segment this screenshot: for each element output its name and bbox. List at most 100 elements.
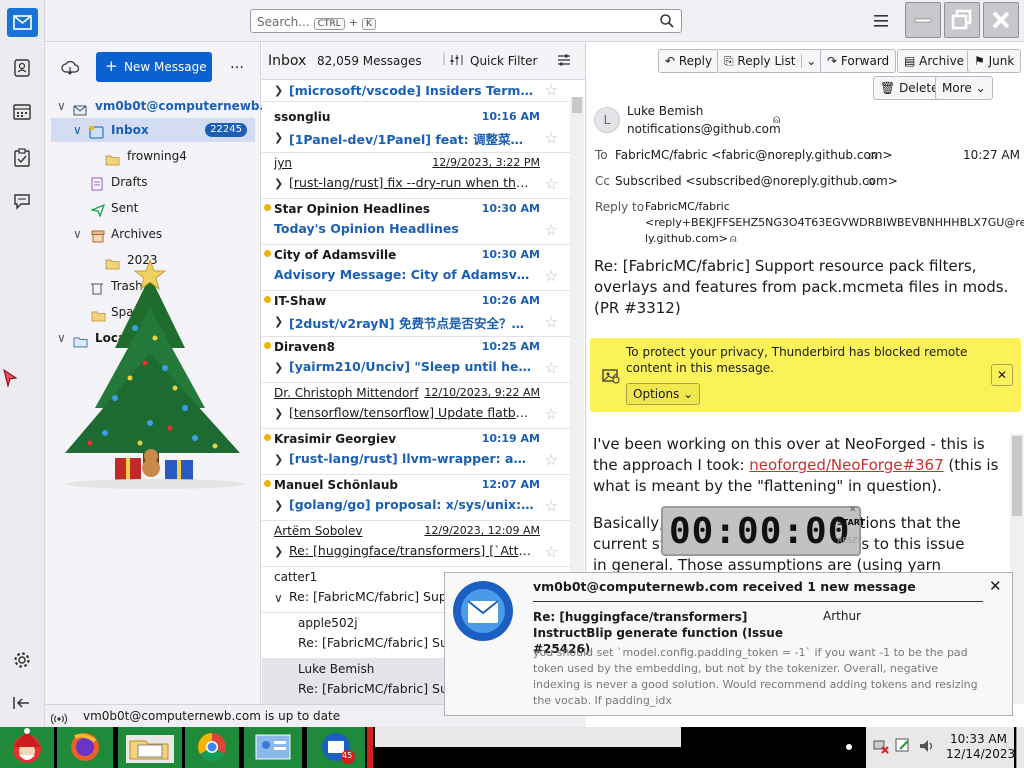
folder-pane-more-button[interactable]: … (230, 56, 244, 72)
star-icon[interactable]: ☆ (545, 543, 558, 561)
thread-row[interactable]: Dr. Christoph Mittendorf 12/10/2023, 9:2… (262, 383, 570, 429)
star-icon[interactable]: ☆ (545, 497, 558, 515)
thread-row[interactable]: IT-Shaw 10:26 AM ❯ [2dust/v2rayN] 免费节点是否… (262, 291, 570, 337)
taskbar-control-panel[interactable] (244, 727, 302, 768)
taskbar-clock[interactable]: 10:33 AM 12/14/2023 (942, 727, 1015, 768)
chat-icon[interactable] (12, 192, 32, 210)
more-button[interactable]: More ⌄ (935, 76, 993, 100)
start-button[interactable] (0, 727, 54, 768)
stopwatch-start-button[interactable]: START (837, 518, 865, 527)
thread-row[interactable]: Krasimir Georgiev 10:19 AM ❯ [rust-lang/… (262, 429, 570, 475)
star-icon[interactable]: ☆ (545, 267, 558, 285)
folder-frowning4[interactable]: frowning4 (51, 144, 255, 168)
reply-button[interactable]: ↶ Reply (658, 49, 720, 73)
address-book-icon[interactable] (12, 58, 32, 78)
contact-icon[interactable]: ⍝ (730, 232, 737, 246)
forward-button[interactable]: ↷ Forward (820, 49, 897, 73)
close-window-button[interactable] (983, 2, 1019, 38)
close-banner-icon[interactable]: ✕ (991, 364, 1013, 386)
star-icon[interactable]: ☆ (545, 405, 558, 423)
display-options-icon[interactable] (557, 53, 571, 70)
thread-row[interactable]: ssongliu 10:16 AM ❯ [1Panel-dev/1Panel] … (262, 107, 570, 153)
scroll-thumb[interactable] (572, 97, 582, 113)
reply-to-name[interactable]: FabricMC/fabric (645, 200, 730, 213)
search-input[interactable]: Search... CTRL + K (250, 9, 682, 33)
contact-icon[interactable]: ⍝ (773, 112, 780, 127)
stopwatch-display: 00:00:00 (669, 511, 851, 552)
row-time: 12/10/2023, 9:22 AM (424, 386, 540, 399)
body-link[interactable]: neoforged/NeoForge#367 (749, 456, 943, 474)
sender-name[interactable]: Luke Bemish (627, 104, 703, 118)
archive-button[interactable]: ▤ Archive (897, 49, 972, 73)
sender-address[interactable]: notifications@github.com (627, 122, 781, 136)
folder-label: Drafts (111, 175, 148, 189)
mouse-cursor-icon (2, 368, 18, 391)
quick-filter-icon[interactable] (450, 54, 464, 69)
stopwatch-close-icon[interactable]: ✕ (849, 505, 857, 515)
new-message-button[interactable]: + New Message (96, 52, 212, 82)
show-desktop-button[interactable] (1016, 727, 1024, 768)
thread-row[interactable]: City of Adamsville 10:30 AM Advisory Mes… (262, 245, 570, 291)
taskbar-file-explorer[interactable] (118, 727, 182, 768)
cc-address[interactable]: Subscribed <subscribed@noreply.github.co… (615, 174, 898, 188)
folder-sent[interactable]: Sent (51, 196, 255, 220)
divider (533, 601, 983, 602)
star-icon[interactable]: ☆ (545, 451, 558, 469)
system-tray[interactable] (866, 727, 942, 768)
junk-button[interactable]: ⚑ Junk (967, 49, 1022, 73)
folder-inbox[interactable]: ∨ Inbox 22245 (51, 118, 255, 142)
close-notification-icon[interactable]: ✕ (989, 577, 1002, 595)
settings-icon[interactable] (12, 650, 32, 670)
account-row[interactable]: ∨ vm0b0t@computernewb.com (51, 94, 292, 118)
folder-archives[interactable]: ∨ Archives (51, 222, 255, 246)
row-time: 10:25 AM (481, 340, 540, 353)
thread-row[interactable]: Diraven8 10:25 AM ❯ [yairm210/Unciv] "Sl… (262, 337, 570, 383)
folder-drafts[interactable]: Drafts (51, 170, 255, 194)
taskbar-firefox[interactable] (57, 727, 113, 768)
thread-row[interactable]: jyn 12/9/2023, 3:22 PM ❯ [rust-lang/rust… (262, 153, 570, 199)
reply-to-address[interactable]: <reply+BEKJFFSEHZ5NG3O4T63EGVWDRBIWBEVBN… (645, 216, 1024, 229)
thread-row[interactable]: ❯ [microsoft/vscode] Insiders Terminal …… (262, 80, 570, 102)
scroll-thumb[interactable] (1012, 436, 1022, 516)
get-messages-icon[interactable] (61, 60, 79, 76)
christmas-tree-decoration (55, 258, 255, 490)
notification-sender: Arthur (823, 609, 861, 623)
remote-content-icon (602, 368, 620, 387)
thread-row[interactable]: Manuel Schönlaub 12:07 AM ❯ [golang/go] … (262, 475, 570, 521)
star-icon[interactable]: ☆ (545, 221, 558, 239)
contact-icon[interactable]: ⍝ (867, 174, 874, 189)
to-address[interactable]: FabricMC/fabric <fabric@noreply.github.c… (615, 148, 893, 162)
minimize-button[interactable] (905, 2, 941, 38)
restore-button[interactable] (944, 2, 980, 38)
contact-icon[interactable]: ⍝ (869, 148, 876, 163)
star-icon[interactable]: ☆ (545, 129, 558, 147)
thread-row[interactable]: Star Opinion Headlines 10:30 AM Today's … (262, 199, 570, 245)
mail-space-button[interactable] (7, 8, 38, 37)
star-icon[interactable]: ☆ (545, 359, 558, 377)
volume-icon[interactable] (918, 737, 936, 758)
calendar-icon[interactable] (12, 103, 32, 121)
collapse-spaces-icon[interactable] (12, 695, 32, 711)
taskbar-chrome[interactable] (185, 727, 239, 768)
taskbar-thunderbird[interactable]: 45 (307, 727, 365, 768)
spaces-toolbar (0, 0, 45, 727)
new-mail-notification[interactable]: vm0b0t@computernewb.com received 1 new m… (444, 572, 1013, 716)
thread-row[interactable]: Artëm Sobolev 12/9/2023, 12:09 AM ❯ Re: … (262, 521, 570, 567)
action-center-icon[interactable] (894, 737, 912, 758)
stopwatch-reset-button[interactable]: RESET (837, 536, 863, 545)
tasks-icon[interactable] (13, 148, 31, 168)
star-icon[interactable]: ☆ (545, 313, 558, 331)
menu-icon[interactable] (874, 14, 890, 28)
star-icon[interactable]: ☆ (545, 81, 558, 99)
network-icon[interactable] (872, 737, 890, 758)
reply-to-address-cont[interactable]: ly.github.com> (645, 232, 728, 245)
star-icon[interactable]: ☆ (545, 175, 558, 193)
chevron-down-icon: ∨ (274, 591, 283, 605)
search-icon[interactable] (659, 13, 675, 29)
options-button[interactable]: Options ⌄ (626, 383, 701, 405)
chevron-right-icon: ❯ (274, 545, 284, 558)
reply-list-button[interactable]: ⎘ Reply List ⌄ (717, 49, 824, 73)
quick-filter-button[interactable]: Quick Filter (470, 54, 537, 68)
taskbar-window-strip[interactable] (375, 727, 681, 747)
avatar: L (594, 107, 620, 133)
